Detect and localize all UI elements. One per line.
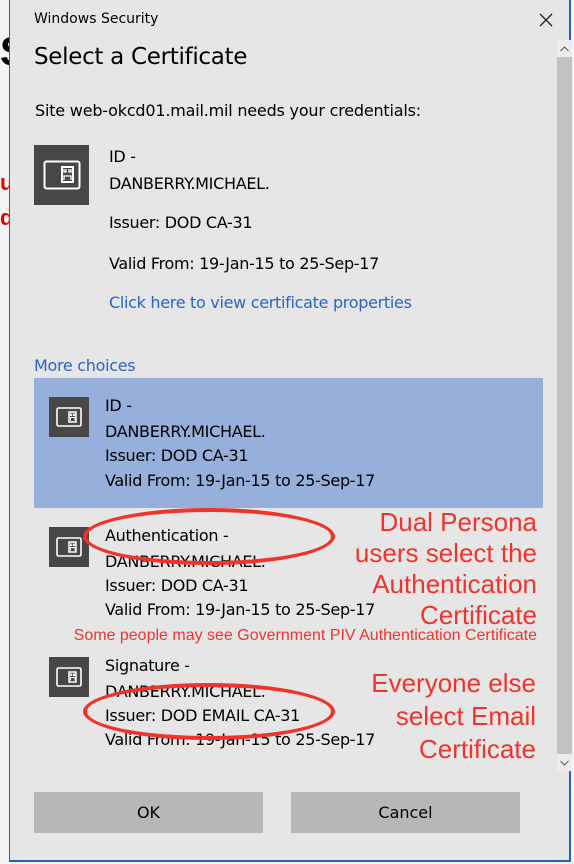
close-icon <box>539 13 553 27</box>
background-page-fragment: S <box>0 30 9 75</box>
cert-name: DANBERRY.MICHAEL. <box>105 422 266 441</box>
cert-name: DANBERRY.MICHAEL. <box>105 682 266 701</box>
view-certificate-properties-link[interactable]: Click here to view certificate propertie… <box>109 293 412 312</box>
more-choices-link[interactable]: More choices <box>34 356 136 375</box>
annotation-line: Everyone else <box>371 668 536 698</box>
ok-button[interactable]: OK <box>34 792 263 833</box>
chevron-down-icon <box>560 760 569 766</box>
cert-issuer: Issuer: DOD EMAIL CA-31 <box>105 706 301 725</box>
cancel-button[interactable]: Cancel <box>291 792 520 833</box>
certificate-choice-id[interactable]: ID - DANBERRY.MICHAEL. Issuer: DOD CA-31… <box>34 378 543 508</box>
cert-validity: Valid From: 19-Jan-15 to 25-Sep-17 <box>105 471 376 490</box>
scroll-down-button[interactable] <box>557 754 572 771</box>
cert-type: ID - <box>105 396 132 415</box>
smart-card-icon <box>34 145 89 205</box>
background-page-fragment: u <box>0 170 9 195</box>
close-button[interactable] <box>532 6 560 34</box>
background-page-fragment: d <box>0 205 9 230</box>
annotation-dual-persona: Dual Persona users select the Authentica… <box>355 507 537 631</box>
cert-validity: Valid From: 19-Jan-15 to 25-Sep-17 <box>105 600 376 619</box>
dialog-heading: Select a Certificate <box>34 44 248 70</box>
annotation-line: Dual Persona <box>379 507 537 537</box>
cert-type: Authentication - <box>105 526 229 545</box>
cert-issuer: Issuer: DOD CA-31 <box>109 213 253 232</box>
cert-type: Signature - <box>105 656 190 675</box>
cert-type: ID - <box>109 147 136 166</box>
chevron-up-icon <box>560 45 569 51</box>
cert-name: DANBERRY.MICHAEL. <box>105 552 266 571</box>
scrollbar[interactable] <box>557 40 572 771</box>
windows-security-dialog: Windows Security Select a Certificate Si… <box>9 0 572 862</box>
cert-name: DANBERRY.MICHAEL. <box>109 174 270 193</box>
cert-issuer: Issuer: DOD CA-31 <box>105 576 249 595</box>
cert-issuer: Issuer: DOD CA-31 <box>105 446 249 465</box>
site-message: Site web-okcd01.mail.mil needs your cred… <box>35 101 421 120</box>
cert-validity: Valid From: 19-Jan-15 to 25-Sep-17 <box>109 254 380 273</box>
cert-validity: Valid From: 19-Jan-15 to 25-Sep-17 <box>105 730 376 749</box>
smart-card-icon <box>49 657 89 697</box>
annotation-everyone-else: Everyone else select Email Certificate <box>371 667 536 766</box>
annotation-line: Authentication <box>372 569 537 599</box>
window-title: Windows Security <box>34 11 159 27</box>
annotation-piv-note: Some people may see Government PIV Authe… <box>73 627 537 644</box>
annotation-line: select Email <box>395 701 536 731</box>
scroll-up-button[interactable] <box>557 40 572 57</box>
smart-card-icon <box>49 527 89 567</box>
annotation-line: Certificate <box>418 734 536 764</box>
annotation-line: users select the <box>354 538 537 568</box>
smart-card-icon <box>49 397 89 437</box>
